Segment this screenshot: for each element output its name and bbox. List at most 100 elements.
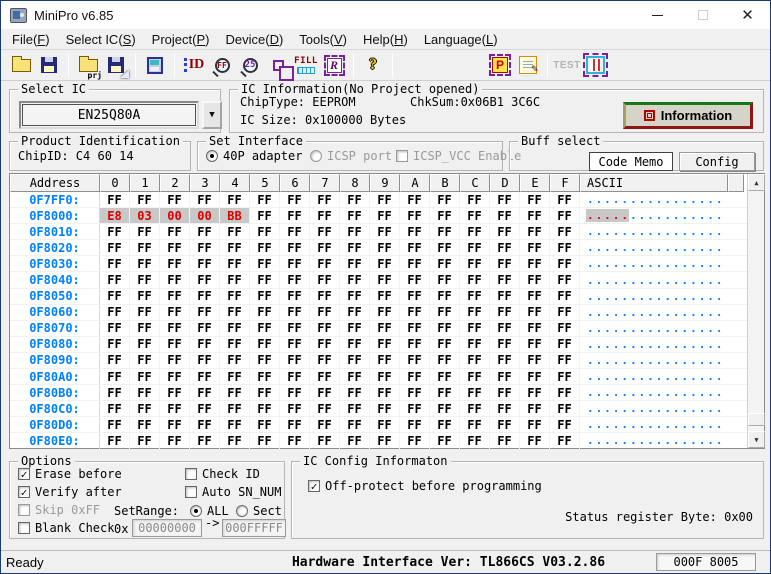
byte-cell[interactable]: FF — [430, 401, 460, 417]
byte-cell[interactable]: FF — [550, 320, 580, 336]
byte-cell[interactable]: FF — [430, 272, 460, 288]
byte-cell[interactable]: FF — [190, 417, 220, 433]
byte-cell[interactable]: FF — [550, 369, 580, 385]
byte-cell[interactable]: FF — [220, 417, 250, 433]
byte-cell[interactable]: FF — [340, 240, 370, 256]
byte-cell[interactable]: FF — [520, 433, 550, 449]
byte-cell[interactable]: FF — [490, 240, 520, 256]
byte-cell[interactable]: FF — [100, 417, 130, 433]
byte-cell[interactable]: FF — [490, 272, 520, 288]
byte-cell[interactable]: FF — [370, 385, 400, 401]
menu-device[interactable]: Device(D) — [217, 31, 291, 48]
byte-cell[interactable]: FF — [130, 240, 160, 256]
byte-cell[interactable]: FF — [430, 304, 460, 320]
byte-cell[interactable]: FF — [100, 224, 130, 240]
byte-cell[interactable]: FF — [550, 417, 580, 433]
byte-cell[interactable]: FF — [190, 224, 220, 240]
ascii-cell[interactable]: ................ — [580, 369, 728, 384]
ascii-cell[interactable]: ................ — [580, 192, 728, 207]
byte-cell[interactable]: FF — [490, 336, 520, 352]
byte-cell[interactable]: FF — [280, 320, 310, 336]
byte-cell[interactable]: FF — [220, 224, 250, 240]
byte-cell[interactable]: FF — [280, 256, 310, 272]
edit-notes-button[interactable]: ✎ — [514, 51, 542, 79]
ascii-cell[interactable]: ................ — [580, 401, 728, 416]
byte-cell[interactable]: FF — [490, 352, 520, 369]
byte-cell[interactable]: FF — [310, 417, 340, 433]
byte-cell[interactable]: FF — [220, 288, 250, 304]
byte-cell[interactable]: FF — [400, 256, 430, 272]
ascii-cell[interactable]: ................ — [580, 208, 728, 223]
byte-cell[interactable]: FF — [520, 336, 550, 352]
byte-cell[interactable]: FF — [130, 288, 160, 304]
byte-cell[interactable]: FF — [370, 224, 400, 240]
byte-cell[interactable]: FF — [550, 385, 580, 401]
checkbox-blank-check[interactable]: Blank Check — [18, 521, 114, 535]
byte-cell[interactable]: FF — [190, 401, 220, 417]
byte-cell[interactable]: FF — [340, 369, 370, 385]
byte-cell[interactable]: FF — [130, 417, 160, 433]
byte-cell[interactable]: FF — [520, 224, 550, 240]
checkbox-check-id[interactable]: Check ID — [185, 467, 260, 481]
byte-cell[interactable]: FF — [250, 208, 280, 224]
byte-cell[interactable]: FF — [160, 288, 190, 304]
byte-cell[interactable]: FF — [250, 401, 280, 417]
byte-cell[interactable]: FF — [250, 336, 280, 352]
byte-cell[interactable]: FF — [400, 240, 430, 256]
byte-cell[interactable]: FF — [340, 272, 370, 288]
byte-cell[interactable]: FF — [460, 256, 490, 272]
chip-id-button[interactable]: ID — [180, 51, 208, 79]
byte-cell[interactable]: FF — [460, 385, 490, 401]
byte-cell[interactable]: FF — [160, 433, 190, 449]
byte-cell[interactable]: FF — [550, 192, 580, 208]
byte-cell[interactable]: FF — [430, 208, 460, 224]
byte-cell[interactable]: FF — [280, 385, 310, 401]
byte-cell[interactable]: FF — [430, 288, 460, 304]
copy-buffer-button[interactable] — [264, 51, 294, 81]
byte-cell[interactable]: FF — [490, 433, 520, 449]
byte-cell[interactable]: FF — [250, 417, 280, 433]
byte-cell[interactable]: FF — [130, 369, 160, 385]
byte-cell[interactable]: FF — [220, 240, 250, 256]
byte-cell[interactable]: FF — [250, 256, 280, 272]
byte-cell[interactable]: FF — [160, 304, 190, 320]
byte-cell[interactable]: FF — [100, 433, 130, 449]
byte-cell[interactable]: FF — [250, 272, 280, 288]
byte-cell[interactable]: FF — [130, 336, 160, 352]
byte-cell[interactable]: FF — [430, 433, 460, 449]
ascii-cell[interactable]: ................ — [580, 417, 728, 432]
byte-cell[interactable]: FF — [430, 385, 460, 401]
byte-cell[interactable]: FF — [340, 401, 370, 417]
byte-cell[interactable]: FF — [490, 369, 520, 385]
byte-cell[interactable]: FF — [130, 256, 160, 272]
byte-cell[interactable]: FF — [370, 240, 400, 256]
byte-cell[interactable]: FF — [340, 256, 370, 272]
byte-cell[interactable]: 00 — [190, 208, 220, 224]
byte-cell[interactable]: FF — [460, 401, 490, 417]
byte-cell[interactable]: FF — [550, 240, 580, 256]
byte-cell[interactable]: FF — [160, 401, 190, 417]
byte-cell[interactable]: FF — [520, 417, 550, 433]
checkbox-off-protect[interactable]: ✓ Off-protect before programming — [308, 479, 542, 493]
checkbox-auto-sn-num[interactable]: Auto SN_NUM — [185, 485, 281, 499]
byte-cell[interactable]: FF — [520, 240, 550, 256]
byte-cell[interactable]: FF — [310, 224, 340, 240]
byte-cell[interactable]: FF — [430, 192, 460, 208]
byte-cell[interactable]: FF — [310, 385, 340, 401]
byte-cell[interactable]: FF — [370, 208, 400, 224]
byte-cell[interactable]: FF — [310, 256, 340, 272]
ic-combo-box[interactable]: EN25Q80A — [19, 101, 199, 129]
byte-cell[interactable]: FF — [250, 192, 280, 208]
byte-cell[interactable]: FF — [370, 192, 400, 208]
byte-cell[interactable]: FF — [220, 336, 250, 352]
ascii-cell[interactable]: ................ — [580, 353, 728, 368]
byte-cell[interactable]: FF — [400, 288, 430, 304]
byte-cell[interactable]: FF — [370, 401, 400, 417]
byte-cell[interactable]: FF — [160, 369, 190, 385]
byte-cell[interactable]: FF — [400, 433, 430, 449]
tab-code-memo[interactable]: Code Memo — [589, 152, 673, 171]
byte-cell[interactable]: FF — [190, 320, 220, 336]
byte-cell[interactable]: FF — [250, 240, 280, 256]
ascii-cell[interactable]: ................ — [580, 433, 728, 448]
byte-cell[interactable]: FF — [400, 336, 430, 352]
